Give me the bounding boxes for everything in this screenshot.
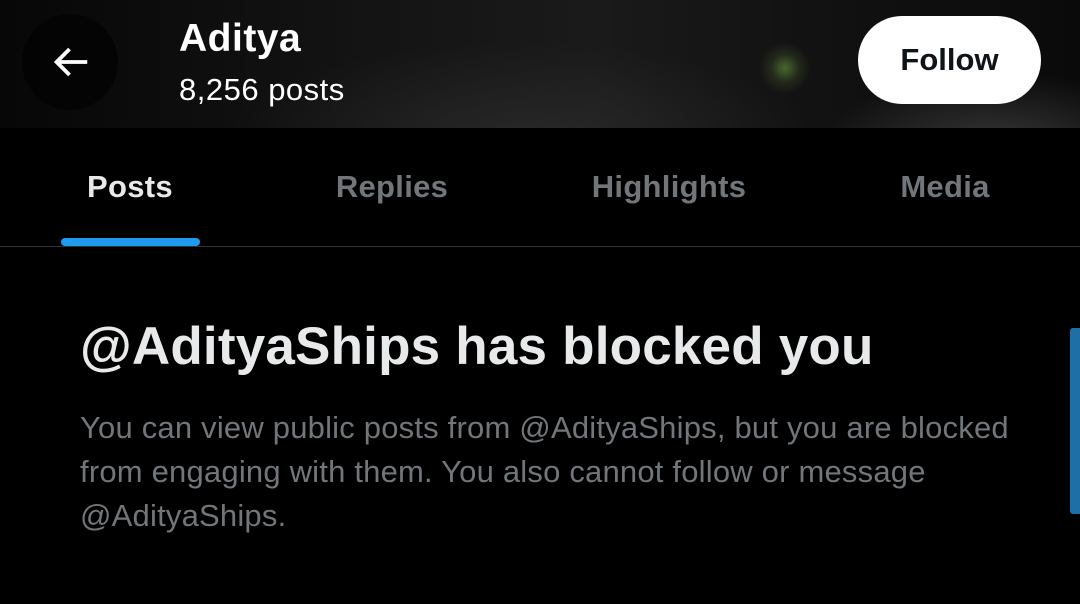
blocked-notice: @AdityaShips has blocked you You can vie… bbox=[80, 316, 1020, 538]
follow-button[interactable]: Follow bbox=[858, 16, 1041, 104]
tab-highlights[interactable]: Highlights bbox=[559, 128, 779, 246]
tab-replies[interactable]: Replies bbox=[292, 128, 492, 246]
scrollbar-thumb[interactable] bbox=[1070, 328, 1080, 514]
profile-header: Aditya 8,256 posts Follow bbox=[0, 0, 1080, 128]
back-button[interactable] bbox=[22, 14, 118, 110]
active-tab-indicator bbox=[61, 238, 200, 246]
arrow-left-icon bbox=[53, 47, 88, 77]
post-count: 8,256 posts bbox=[179, 72, 345, 107]
tab-media[interactable]: Media bbox=[845, 128, 1045, 246]
profile-tabs: Posts Replies Highlights Media bbox=[0, 128, 1080, 247]
profile-name: Aditya bbox=[179, 17, 302, 60]
blocked-notice-body: You can view public posts from @AdityaSh… bbox=[80, 410, 1009, 533]
blocked-notice-title: @AdityaShips has blocked you bbox=[80, 317, 874, 376]
tab-posts[interactable]: Posts bbox=[30, 128, 230, 246]
